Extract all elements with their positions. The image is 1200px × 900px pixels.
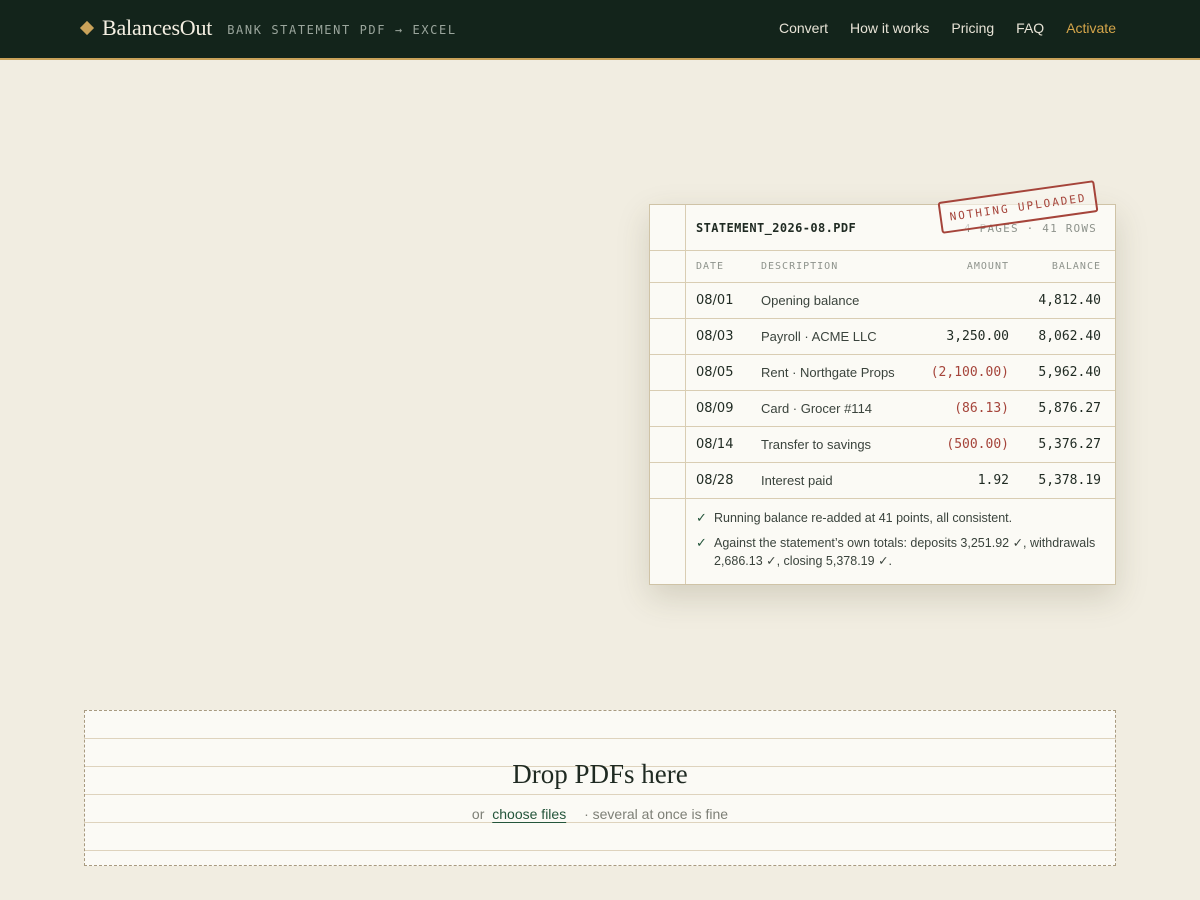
main-nav: Convert How it works Pricing FAQ Activat… — [779, 20, 1116, 36]
row-balance: 5,376.27 — [1038, 437, 1101, 452]
dropzone-note: · several at once is fine — [584, 806, 729, 822]
verification-text: Against the statement’s own totals: depo… — [714, 536, 1096, 568]
dropzone-title: Drop PDFs here — [512, 759, 688, 789]
column-description: DESCRIPTION — [761, 261, 839, 272]
row-description: Payroll · ACME LLC — [761, 329, 877, 344]
brand[interactable]: BalancesOut BANK STATEMENT PDF → EXCEL — [79, 14, 457, 42]
site-header: BalancesOut BANK STATEMENT PDF → EXCEL C… — [0, 0, 1200, 60]
row-date: 08/03 — [696, 329, 734, 344]
row-balance: 5,962.40 — [1038, 365, 1101, 380]
row-balance: 4,812.40 — [1038, 293, 1101, 308]
nav-pricing[interactable]: Pricing — [951, 20, 994, 36]
table-row: 08/01 Opening balance 4,812.40 — [650, 283, 1115, 319]
row-date: 08/05 — [696, 365, 734, 380]
statement-preview-card: STATEMENT_2026-08.PDF 4 PAGES · 41 ROWS … — [649, 180, 1116, 585]
nav-faq[interactable]: FAQ — [1016, 20, 1044, 36]
row-amount: 1.92 — [977, 473, 1009, 488]
brand-tagline: BANK STATEMENT PDF → EXCEL — [227, 22, 457, 37]
transaction-table: 08/01 Opening balance 4,812.40 08/03 Pay… — [650, 283, 1115, 499]
dropzone-or: or — [471, 806, 485, 822]
verification-text: Running balance re-added at 41 points, a… — [714, 511, 1013, 525]
row-balance: 5,876.27 — [1038, 401, 1101, 416]
brand-name: BalancesOut — [102, 15, 213, 40]
row-balance: 5,378.19 — [1038, 473, 1101, 488]
table-row: 08/14 Transfer to savings (500.00) 5,376… — [650, 427, 1115, 463]
verification-item: ✓ Running balance re-added at 41 points,… — [696, 509, 1096, 527]
column-amount: AMOUNT — [966, 261, 1009, 272]
nav-convert[interactable]: Convert — [779, 20, 828, 36]
row-description: Rent · Northgate Props — [761, 365, 895, 380]
verification-list: ✓ Running balance re-added at 41 points,… — [696, 509, 1096, 577]
diamond-logo-icon — [79, 20, 95, 36]
pdf-dropzone[interactable]: Drop PDFs here or choose files · several… — [84, 710, 1116, 866]
column-balance: BALANCE — [1051, 261, 1101, 272]
row-date: 08/01 — [696, 293, 734, 308]
table-header: DATE DESCRIPTION AMOUNT BALANCE — [650, 251, 1115, 283]
row-description: Transfer to savings — [761, 437, 872, 452]
dropzone-subtitle: or choose files · several at once is fin… — [85, 806, 1115, 822]
row-date: 08/09 — [696, 401, 734, 416]
row-description: Card · Grocer #114 — [761, 401, 873, 416]
nav-how-it-works[interactable]: How it works — [850, 20, 929, 36]
table-row: 08/03 Payroll · ACME LLC 3,250.00 8,062.… — [650, 319, 1115, 355]
column-date: DATE — [696, 261, 725, 272]
row-description: Opening balance — [761, 293, 860, 308]
checkmark-icon: ✓ — [696, 510, 707, 525]
nav-activate[interactable]: Activate — [1066, 20, 1116, 36]
row-amount: 3,250.00 — [946, 329, 1009, 344]
row-date: 08/28 — [696, 473, 734, 488]
row-date: 08/14 — [696, 437, 734, 452]
checkmark-icon: ✓ — [696, 535, 707, 550]
row-balance: 8,062.40 — [1038, 329, 1101, 344]
table-row: 08/05 Rent · Northgate Props (2,100.00) … — [650, 355, 1115, 391]
table-row: 08/28 Interest paid 1.92 5,378.19 — [650, 463, 1115, 499]
verification-item: ✓ Against the statement’s own totals: de… — [696, 534, 1096, 570]
statement-filename: STATEMENT_2026-08.PDF — [696, 221, 857, 235]
row-amount: (86.13) — [954, 401, 1009, 416]
choose-files-link[interactable]: choose files — [492, 806, 566, 822]
row-amount: (2,100.00) — [930, 365, 1009, 380]
row-amount: (500.00) — [946, 437, 1009, 452]
table-row: 08/09 Card · Grocer #114 (86.13) 5,876.2… — [650, 391, 1115, 427]
row-description: Interest paid — [761, 473, 833, 488]
